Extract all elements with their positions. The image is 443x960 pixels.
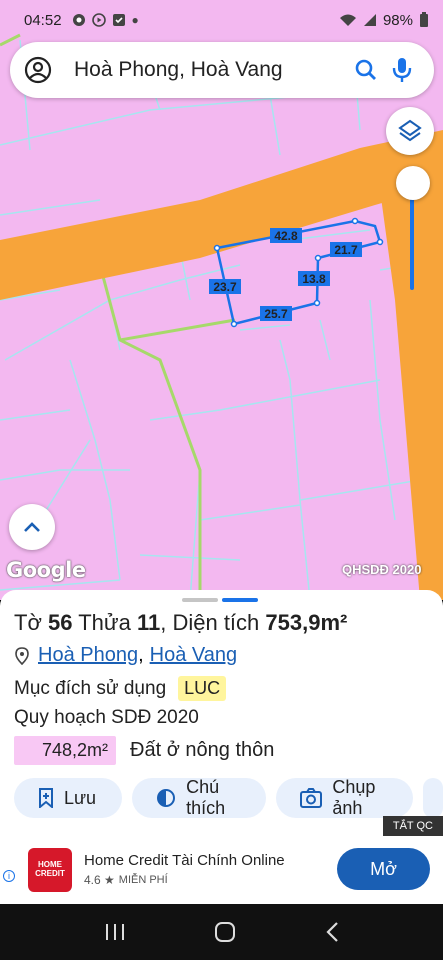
close-ad-button[interactable]: TẮT QC [382, 816, 443, 836]
ward-link[interactable]: Hoà Phong [38, 644, 138, 667]
measure-label: 13.8 [302, 272, 326, 286]
purpose-label: Mục đích sử dụng [14, 677, 167, 699]
location-pin-icon [15, 646, 29, 665]
microphone-icon [392, 58, 412, 82]
search-icon [355, 59, 376, 80]
home-icon[interactable] [214, 921, 236, 943]
measure-label: 23.7 [213, 280, 237, 294]
search-button[interactable] [348, 52, 384, 88]
bookmark-add-icon [38, 788, 54, 808]
district-link[interactable]: Hoà Vang [150, 644, 237, 667]
battery-icon [420, 12, 428, 27]
address-row: Hoà Phong, Hoà Vang [14, 644, 237, 667]
expand-panel-button[interactable] [9, 504, 55, 550]
camera-add-icon [300, 788, 323, 808]
save-button[interactable]: Lưu [14, 778, 123, 818]
status-time: 04:52 [24, 11, 62, 29]
plan-detail: 748,2m² Đất ở nông thôn [14, 736, 274, 765]
ad-open-button[interactable]: Mở [337, 848, 430, 890]
ad-price: MIỄN PHÍ [118, 874, 168, 886]
capture-button[interactable]: Chụp ảnh [276, 777, 413, 818]
recent-apps-icon[interactable] [104, 922, 126, 942]
status-bar: 04:52 ● 98% [0, 0, 443, 40]
status-right: 98% [339, 12, 429, 29]
plan-area-chip: 748,2m² [14, 736, 117, 765]
ad-info-icon[interactable]: i [3, 870, 15, 882]
ad-title: Home Credit Tài Chính Online [84, 852, 285, 869]
page-indicator-dot [182, 598, 218, 602]
signal-icon [363, 14, 376, 26]
plan-label: Quy hoạch SDĐ 2020 [14, 707, 199, 728]
measure-label: 21.7 [334, 243, 358, 257]
more-actions-button[interactable] [423, 778, 443, 818]
note-button-label: Chú thích [186, 777, 226, 818]
plan-land-type: Đất ở nông thôn [130, 739, 275, 761]
layers-icon [398, 119, 422, 142]
voice-search-button[interactable] [384, 52, 420, 88]
more-dot-icon: ● [131, 13, 139, 27]
chevron-up-icon [24, 522, 40, 532]
wifi-icon [339, 14, 356, 26]
layers-button[interactable] [386, 107, 434, 155]
contrast-icon [156, 788, 176, 808]
account-icon[interactable] [24, 56, 52, 84]
area-value: 753,9m² [265, 610, 348, 635]
purpose-code-badge: LUC [178, 676, 227, 701]
system-nav-bar [0, 904, 443, 960]
page-indicator-dot-active [222, 598, 258, 602]
note-button[interactable]: Chú thích [132, 777, 267, 818]
sheet-label: Tờ [14, 610, 42, 635]
measure-label: 42.8 [274, 229, 298, 243]
play-circle-icon [91, 13, 106, 27]
address-separator: , [138, 644, 144, 666]
opacity-slider-track[interactable] [410, 190, 414, 290]
map-layer-label: QHSDĐ 2020 [342, 562, 422, 577]
panel-page-indicator[interactable] [182, 598, 258, 602]
measure-label: 25.7 [264, 307, 288, 321]
action-buttons: Lưu Chú thích Chụp ảnh [14, 777, 443, 818]
parcel-info-panel: Tờ 56 Thửa 11, Diện tích 753,9m² Hoà Pho… [0, 590, 443, 838]
checkbox-icon [112, 14, 125, 26]
save-button-label: Lưu [64, 787, 97, 808]
ad-banner[interactable]: i HOME CREDIT Home Credit Tài Chính Onli… [0, 838, 443, 904]
notification-icons: ● [72, 13, 139, 27]
opacity-slider-handle[interactable] [396, 166, 430, 200]
parcel-label: Thửa [78, 610, 131, 635]
capture-button-label: Chụp ảnh [332, 777, 376, 818]
parcel-number: 11 [136, 610, 161, 635]
battery-level: 98% [382, 11, 413, 29]
ad-meta: 4.6 ★ MIỄN PHÍ [84, 873, 168, 887]
back-icon[interactable] [325, 921, 339, 943]
search-bar[interactable]: Hoà Phong, Hoà Vang [10, 42, 434, 98]
ad-app-logo: HOME CREDIT [28, 848, 72, 892]
land-use-purpose: Mục đích sử dụng LUC [14, 676, 227, 701]
search-input[interactable]: Hoà Phong, Hoà Vang [74, 58, 348, 82]
sheet-number: 56 [48, 610, 73, 635]
chrome-icon [72, 14, 85, 26]
google-logo: Google [6, 558, 86, 582]
parcel-title: Tờ 56 Thửa 11, Diện tích 753,9m² [14, 610, 347, 636]
area-label: , Diện tích [160, 610, 260, 635]
ad-rating: 4.6 ★ [84, 873, 115, 887]
